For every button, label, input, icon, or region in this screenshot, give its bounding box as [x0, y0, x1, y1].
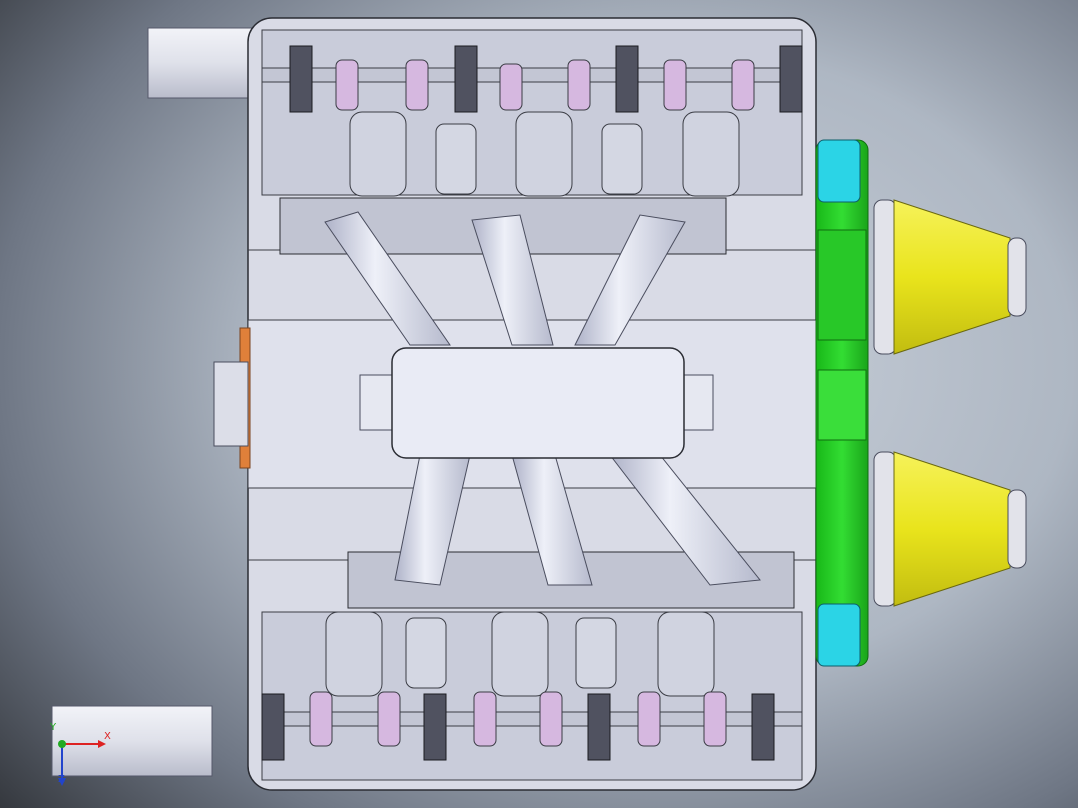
air-filter-bottom	[873, 451, 1027, 607]
exhaust-pipe-top	[147, 27, 259, 99]
triad-y-label: Y	[50, 722, 57, 733]
timing-cover	[815, 139, 869, 667]
engine-model-view[interactable]	[0, 0, 1078, 808]
graphics-viewport[interactable]: X Y Z	[0, 0, 1078, 808]
triad-z-label: Z	[58, 774, 65, 785]
front-flange	[213, 327, 251, 469]
air-filter-top	[873, 199, 1027, 355]
intake-plenum	[359, 347, 714, 459]
triad-x-label: X	[104, 731, 111, 742]
reference-triad: X Y Z	[48, 722, 118, 788]
cam-pulley-top	[817, 139, 861, 203]
cam-pulley-bottom	[817, 603, 861, 667]
